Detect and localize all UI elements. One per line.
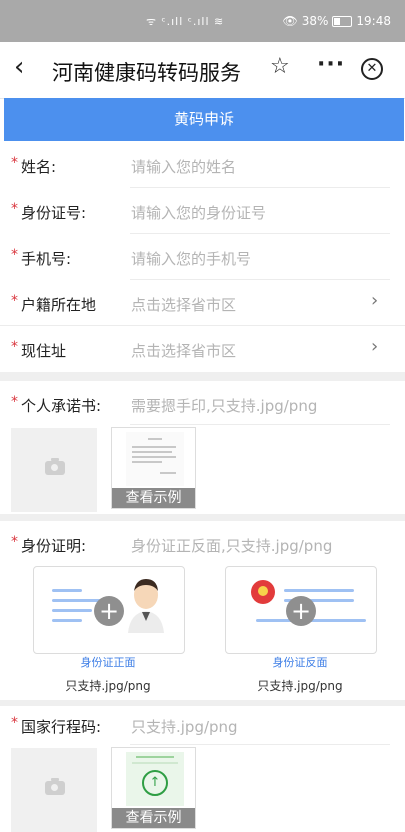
required-mark: * (11, 247, 18, 263)
divider (0, 325, 405, 326)
portrait-icon (128, 579, 164, 633)
eye-icon: 👁 (282, 14, 298, 28)
card-line (284, 589, 354, 592)
id-front-note: 只支持.jpg/png (65, 679, 151, 693)
commitment-row: * 个人承诺书: 需要摁手印,只支持.jpg/png (0, 382, 405, 428)
travel-code-example[interactable]: ↑ 查看示例 (111, 747, 196, 829)
commitment-hint: 需要摁手印,只支持.jpg/png (131, 397, 318, 415)
hukou-label: 户籍所在地 (21, 296, 97, 314)
card-line (52, 589, 82, 592)
card-line (52, 609, 92, 612)
commitment-label: 个人承诺书: (21, 397, 102, 415)
id-back-note: 只支持.jpg/png (257, 679, 343, 693)
add-icon: + (286, 596, 316, 626)
section-gap (0, 372, 405, 381)
name-label: 姓名: (21, 158, 57, 176)
travel-code-label: 国家行程码: (21, 718, 102, 736)
travel-code-hint: 只支持.jpg/png (131, 718, 238, 736)
hukou-select[interactable]: 点击选择省市区 (131, 294, 236, 315)
card-line (52, 599, 102, 602)
battery-icon (332, 15, 353, 27)
address-row[interactable]: * 现住址 点击选择省市区 › (0, 327, 405, 373)
phone-row[interactable]: * 手机号: 请输入您的手机号 (0, 235, 405, 281)
identity-hint: 身份证正反面,只支持.jpg/png (131, 537, 333, 555)
clock: 19:48 (356, 14, 391, 28)
id-number-label: 身份证号: (21, 204, 87, 222)
travel-code-upload[interactable] (11, 748, 97, 832)
chevron-right-icon: › (371, 336, 379, 357)
signal-icon: ᯤ ᶜ.ıll ᶜ.ıll ≋ (146, 15, 225, 28)
id-front-caption: 身份证正面 (80, 656, 136, 669)
hukou-row[interactable]: * 户籍所在地 点击选择省市区 › (0, 281, 405, 327)
appeal-banner: 黄码申诉 (4, 98, 404, 141)
id-number-row[interactable]: * 身份证号: 请输入您的身份证号 (0, 189, 405, 235)
document-thumbnail (126, 432, 184, 486)
required-mark: * (11, 293, 18, 309)
camera-icon (45, 778, 65, 795)
card-line (52, 619, 82, 622)
emblem-icon (251, 580, 275, 604)
nav-bar: ‹ 河南健康码转码服务 ☆ ··· ✕ (0, 42, 405, 99)
chevron-right-icon: › (371, 290, 379, 311)
travel-code-row: * 国家行程码: 只支持.jpg/png (0, 703, 405, 749)
required-mark: * (11, 201, 18, 217)
status-bar: ᯤ ᶜ.ıll ᶜ.ıll ≋ 👁 38% 19:48 (0, 0, 405, 42)
divider (130, 233, 390, 234)
back-icon[interactable]: ‹ (14, 52, 24, 82)
divider (130, 424, 390, 425)
phone-label: 手机号: (21, 250, 72, 268)
address-label: 现住址 (21, 342, 67, 360)
commitment-upload[interactable] (11, 428, 97, 512)
camera-icon (45, 458, 65, 475)
add-icon: + (94, 596, 124, 626)
address-select[interactable]: 点击选择省市区 (131, 340, 236, 361)
identity-row: * 身份证明: 身份证正反面,只支持.jpg/png (0, 522, 405, 568)
required-mark: * (11, 339, 18, 355)
section-gap (0, 514, 405, 521)
name-row[interactable]: * 姓名: 请输入您的姓名 (0, 143, 405, 189)
status-right: 👁 38% 19:48 (283, 14, 392, 28)
id-front-upload[interactable]: + (33, 566, 185, 654)
required-mark: * (11, 534, 18, 550)
required-mark: * (11, 394, 18, 410)
page-title: 河南健康码转码服务 (52, 61, 241, 85)
battery-percent: 38% (301, 14, 329, 28)
close-icon[interactable]: ✕ (361, 58, 383, 80)
id-back-upload[interactable]: + (225, 566, 377, 654)
divider (130, 744, 390, 745)
phone-input[interactable]: 请输入您的手机号 (131, 248, 251, 269)
name-input[interactable]: 请输入您的姓名 (131, 156, 236, 177)
arrow-up-icon: ↑ (142, 770, 168, 796)
view-example-label: 查看示例 (112, 488, 195, 508)
identity-label: 身份证明: (21, 537, 87, 555)
id-back-caption: 身份证反面 (272, 656, 328, 669)
required-mark: * (11, 715, 18, 731)
view-example-label: 查看示例 (112, 808, 195, 828)
travel-code-thumbnail: ↑ (126, 752, 184, 806)
more-icon[interactable]: ··· (317, 52, 345, 77)
id-number-input[interactable]: 请输入您的身份证号 (131, 202, 266, 223)
required-mark: * (11, 155, 18, 171)
star-icon[interactable]: ☆ (270, 54, 290, 79)
divider (130, 279, 390, 280)
commitment-example[interactable]: 查看示例 (111, 427, 196, 509)
divider (130, 187, 390, 188)
